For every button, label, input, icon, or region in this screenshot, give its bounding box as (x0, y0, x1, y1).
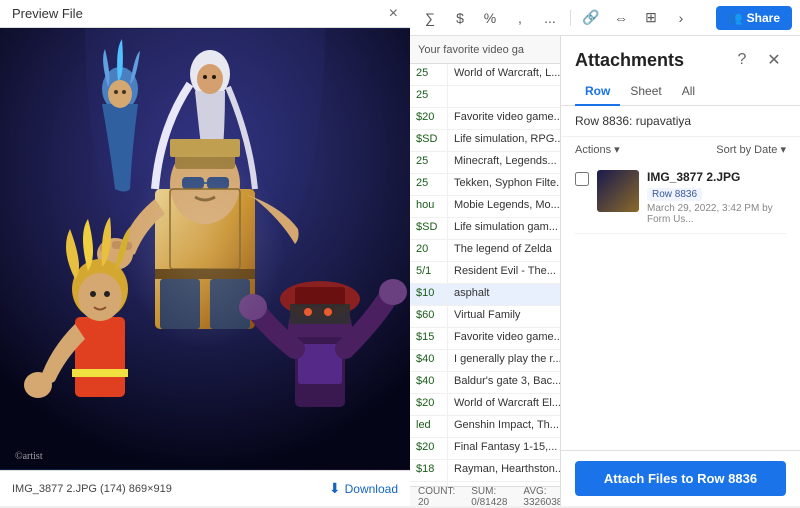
att-thumbnail-image (597, 170, 639, 212)
sort-chevron-icon: ▾ (780, 144, 786, 156)
preview-close-button[interactable]: × (389, 6, 398, 22)
share-label: Share (747, 11, 780, 25)
share-icon: 👥 (728, 11, 743, 25)
preview-image-area: ©artist (0, 28, 410, 470)
att-toolbar: Actions ▾ Sort by Date ▾ (561, 137, 800, 162)
att-item-checkbox[interactable] (575, 172, 589, 186)
tab-sheet[interactable]: Sheet (620, 78, 671, 106)
preview-filename: IMG_3877 2.JPG (174) 869×919 (12, 483, 172, 495)
price-cell: 25 (410, 174, 448, 195)
attachments-close-button[interactable]: ✕ (762, 48, 786, 72)
attachments-tabs: Row Sheet All (561, 72, 800, 106)
price-cell: $SD (410, 130, 448, 151)
attach-files-button[interactable]: Attach Files to Row 8836 (575, 461, 786, 496)
price-cell: 20 (410, 240, 448, 261)
favorite-text: Your favorite video ga (418, 44, 524, 56)
spreadsheet-area: ∑ $ % , ... 🔗 ⇔ ⊞ › 👥 Share Your favorit… (410, 0, 800, 506)
att-info: IMG_3877 2.JPG Row 8836 March 29, 2022, … (647, 170, 786, 225)
price-cell: $15 (410, 328, 448, 349)
price-cell: $10 (410, 284, 448, 305)
att-sort-label: Sort by Date (716, 144, 777, 156)
count-label: COUNT: 20 (418, 486, 455, 508)
price-cell: $20 (410, 108, 448, 129)
att-thumbnail (597, 170, 639, 212)
price-cell: $40 (410, 350, 448, 371)
price-cell: $18 (410, 460, 448, 481)
att-row-label: Row 8836: rupavatiya (561, 106, 800, 137)
artwork-svg: ©artist (0, 28, 410, 470)
att-meta: March 29, 2022, 3:42 PM by Form Us... (647, 203, 786, 225)
attachments-header: Attachments ? ✕ (561, 36, 800, 72)
download-icon: ⬇ (329, 480, 341, 497)
price-cell: hou (410, 196, 448, 217)
preview-footer: IMG_3877 2.JPG (174) 869×919 ⬇ Download (0, 470, 410, 506)
att-item: IMG_3877 2.JPG Row 8836 March 29, 2022, … (575, 162, 786, 234)
att-items-area: IMG_3877 2.JPG Row 8836 March 29, 2022, … (561, 162, 800, 234)
more-icon[interactable]: ... (538, 6, 562, 30)
price-cell: $60 (410, 306, 448, 327)
preview-header: Preview File × (0, 0, 410, 28)
chevron-right-icon[interactable]: › (669, 6, 693, 30)
attachments-help-button[interactable]: ? (730, 48, 754, 72)
dollar-icon[interactable]: $ (448, 6, 472, 30)
price-cell: $40 (410, 372, 448, 393)
download-label: Download (345, 482, 398, 496)
grid-icon[interactable]: ⊞ (639, 6, 663, 30)
preview-title: Preview File (12, 6, 83, 21)
close-icon: ✕ (767, 50, 780, 70)
formula-icon[interactable]: ∑ (418, 6, 442, 30)
att-row-tag: Row 8836 (647, 188, 702, 201)
svg-text:©artist: ©artist (15, 451, 43, 462)
att-footer: Attach Files to Row 8836 (561, 450, 800, 506)
price-cell: 5/1 (410, 262, 448, 283)
download-button[interactable]: ⬇ Download (329, 480, 398, 497)
comma-icon[interactable]: , (508, 6, 532, 30)
price-cell: 25 (410, 86, 448, 107)
sum-label: SUM: 0/81428 (471, 486, 507, 508)
att-actions-label: Actions (575, 144, 611, 156)
toolbar: ∑ $ % , ... 🔗 ⇔ ⊞ › 👥 Share (410, 0, 800, 36)
link-icon[interactable]: 🔗 (579, 6, 603, 30)
content-area: Your favorite video ga 25World of Warcra… (410, 36, 800, 506)
att-filename: IMG_3877 2.JPG (647, 170, 786, 184)
price-cell: $20 (410, 394, 448, 415)
price-cell: $20 (410, 438, 448, 459)
actions-chevron-icon: ▾ (614, 143, 620, 156)
att-sort-button[interactable]: Sort by Date ▾ (716, 143, 786, 156)
att-actions-button[interactable]: Actions ▾ (575, 143, 620, 156)
attachments-header-icons: ? ✕ (730, 48, 786, 72)
price-cell: led (410, 416, 448, 437)
tab-row[interactable]: Row (575, 78, 620, 106)
share-button[interactable]: 👥 Share (716, 6, 792, 30)
percent-icon[interactable]: % (478, 6, 502, 30)
price-cell: 25 (410, 64, 448, 85)
fighting-game-artwork: ©artist (0, 28, 410, 470)
preview-panel: Preview File × (0, 0, 410, 506)
expand-icon[interactable]: ⇔ (609, 6, 633, 30)
price-cell: 25 (410, 152, 448, 173)
help-icon: ? (738, 51, 747, 69)
status-bar: COUNT: 20 SUM: 0/81428 AVG: 3326038076 (410, 486, 570, 506)
attachments-title: Attachments (575, 50, 684, 71)
attachments-panel: Attachments ? ✕ Row Sheet All Row 8836: … (560, 36, 800, 506)
separator (570, 10, 571, 26)
price-cell: $SD (410, 218, 448, 239)
tab-all[interactable]: All (672, 78, 705, 106)
